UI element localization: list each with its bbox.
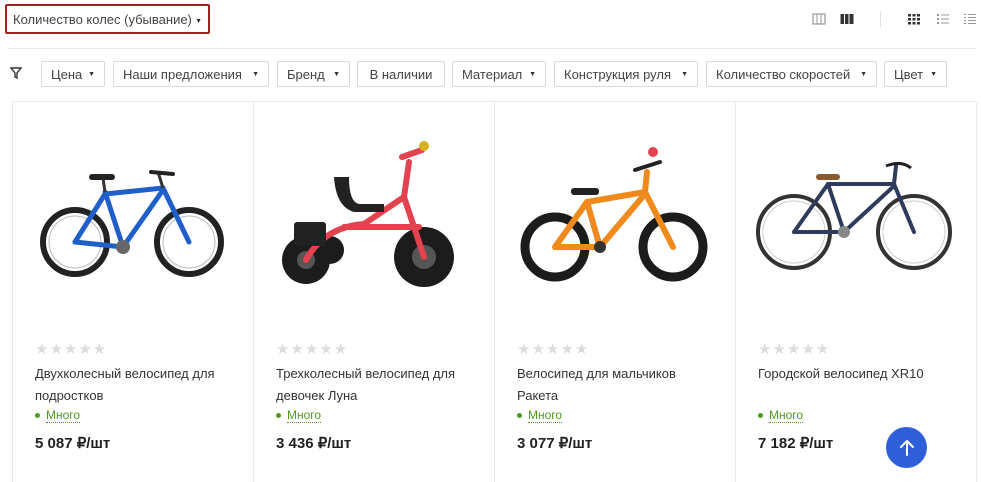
caret-down-icon: ▼: [88, 71, 95, 78]
filter-icon: [10, 67, 22, 79]
filter-in-stock[interactable]: В наличии: [357, 61, 445, 87]
filter-label: Цвет: [894, 66, 924, 82]
filter-label: Материал: [462, 66, 523, 82]
sort-dropdown-label: Количество колес (убывание): [13, 11, 192, 27]
filter-label: Цена: [51, 66, 83, 82]
product-name[interactable]: Двухколесный велосипед для подростков: [35, 363, 235, 407]
stock-dot-icon: [517, 413, 522, 418]
filter-speeds[interactable]: Количество скоростей ▼: [706, 61, 877, 87]
filter-label: Бренд: [287, 66, 325, 82]
filter-handlebar[interactable]: Конструкция руля ▼: [554, 61, 698, 87]
product-image[interactable]: [495, 132, 735, 332]
product-price: 7 182 ₽/шт: [758, 435, 834, 452]
product-name[interactable]: Трехколесный велосипед для девочек Луна: [276, 363, 476, 407]
tile-view-icon[interactable]: [907, 13, 921, 25]
caret-down-icon: ▼: [333, 71, 340, 78]
caret-down-icon: ▼: [930, 71, 937, 78]
grid-large-icon[interactable]: [840, 13, 854, 25]
product-card[interactable]: ★★★★★ Городской велосипед XR10 Много 7 1…: [736, 102, 977, 482]
product-card[interactable]: ★★★★★ Трехколесный велосипед для девочек…: [254, 102, 495, 482]
arrow-up-icon: [899, 439, 914, 456]
filter-offers[interactable]: Наши предложения ▼: [113, 61, 269, 87]
product-price: 3 436 ₽/шт: [276, 435, 352, 452]
stock-dot-icon: [35, 413, 40, 418]
rating-stars[interactable]: ★★★★★: [35, 340, 107, 358]
caret-down-icon: ▼: [252, 71, 259, 78]
product-image[interactable]: [254, 132, 494, 332]
product-image[interactable]: [13, 132, 253, 332]
filter-label: Конструкция руля: [564, 66, 671, 82]
stock-status: Много: [758, 408, 804, 423]
stock-dot-icon: [758, 413, 763, 418]
caret-down-icon: ▼: [195, 18, 202, 25]
compact-list-icon[interactable]: [963, 13, 977, 25]
product-grid: ★★★★★ Двухколесный велосипед для подрост…: [12, 101, 977, 482]
grid-small-icon[interactable]: [812, 13, 826, 25]
product-name[interactable]: Велосипед для мальчиков Ракета: [517, 363, 717, 407]
sort-dropdown[interactable]: Количество колес (убывание) ▼: [5, 4, 210, 34]
product-price: 5 087 ₽/шт: [35, 435, 111, 452]
filter-brand[interactable]: Бренд ▼: [277, 61, 350, 87]
stock-status: Много: [517, 408, 563, 423]
filter-label: В наличии: [369, 66, 433, 82]
list-view-icon[interactable]: [936, 13, 950, 25]
rating-stars[interactable]: ★★★★★: [758, 340, 830, 358]
caret-down-icon: ▼: [529, 71, 536, 78]
stock-dot-icon: [276, 413, 281, 418]
filter-label: Наши предложения: [123, 66, 242, 82]
stock-status: Много: [276, 408, 322, 423]
product-price: 3 077 ₽/шт: [517, 435, 593, 452]
filter-label: Количество скоростей: [716, 66, 851, 82]
scroll-to-top-button[interactable]: [886, 427, 927, 468]
caret-down-icon: ▼: [860, 71, 867, 78]
product-card[interactable]: ★★★★★ Двухколесный велосипед для подрост…: [13, 102, 254, 482]
divider: [8, 48, 976, 49]
caret-down-icon: ▼: [681, 71, 688, 78]
divider: [880, 11, 881, 27]
rating-stars[interactable]: ★★★★★: [276, 340, 348, 358]
filter-color[interactable]: Цвет ▼: [884, 61, 947, 87]
product-name[interactable]: Городской велосипед XR10: [758, 363, 958, 385]
product-image[interactable]: [736, 132, 976, 332]
filter-material[interactable]: Материал ▼: [452, 61, 546, 87]
rating-stars[interactable]: ★★★★★: [517, 340, 589, 358]
product-card[interactable]: ★★★★★ Велосипед для мальчиков Ракета Мно…: [495, 102, 736, 482]
filter-price[interactable]: Цена ▼: [41, 61, 105, 87]
stock-status: Много: [35, 408, 81, 423]
